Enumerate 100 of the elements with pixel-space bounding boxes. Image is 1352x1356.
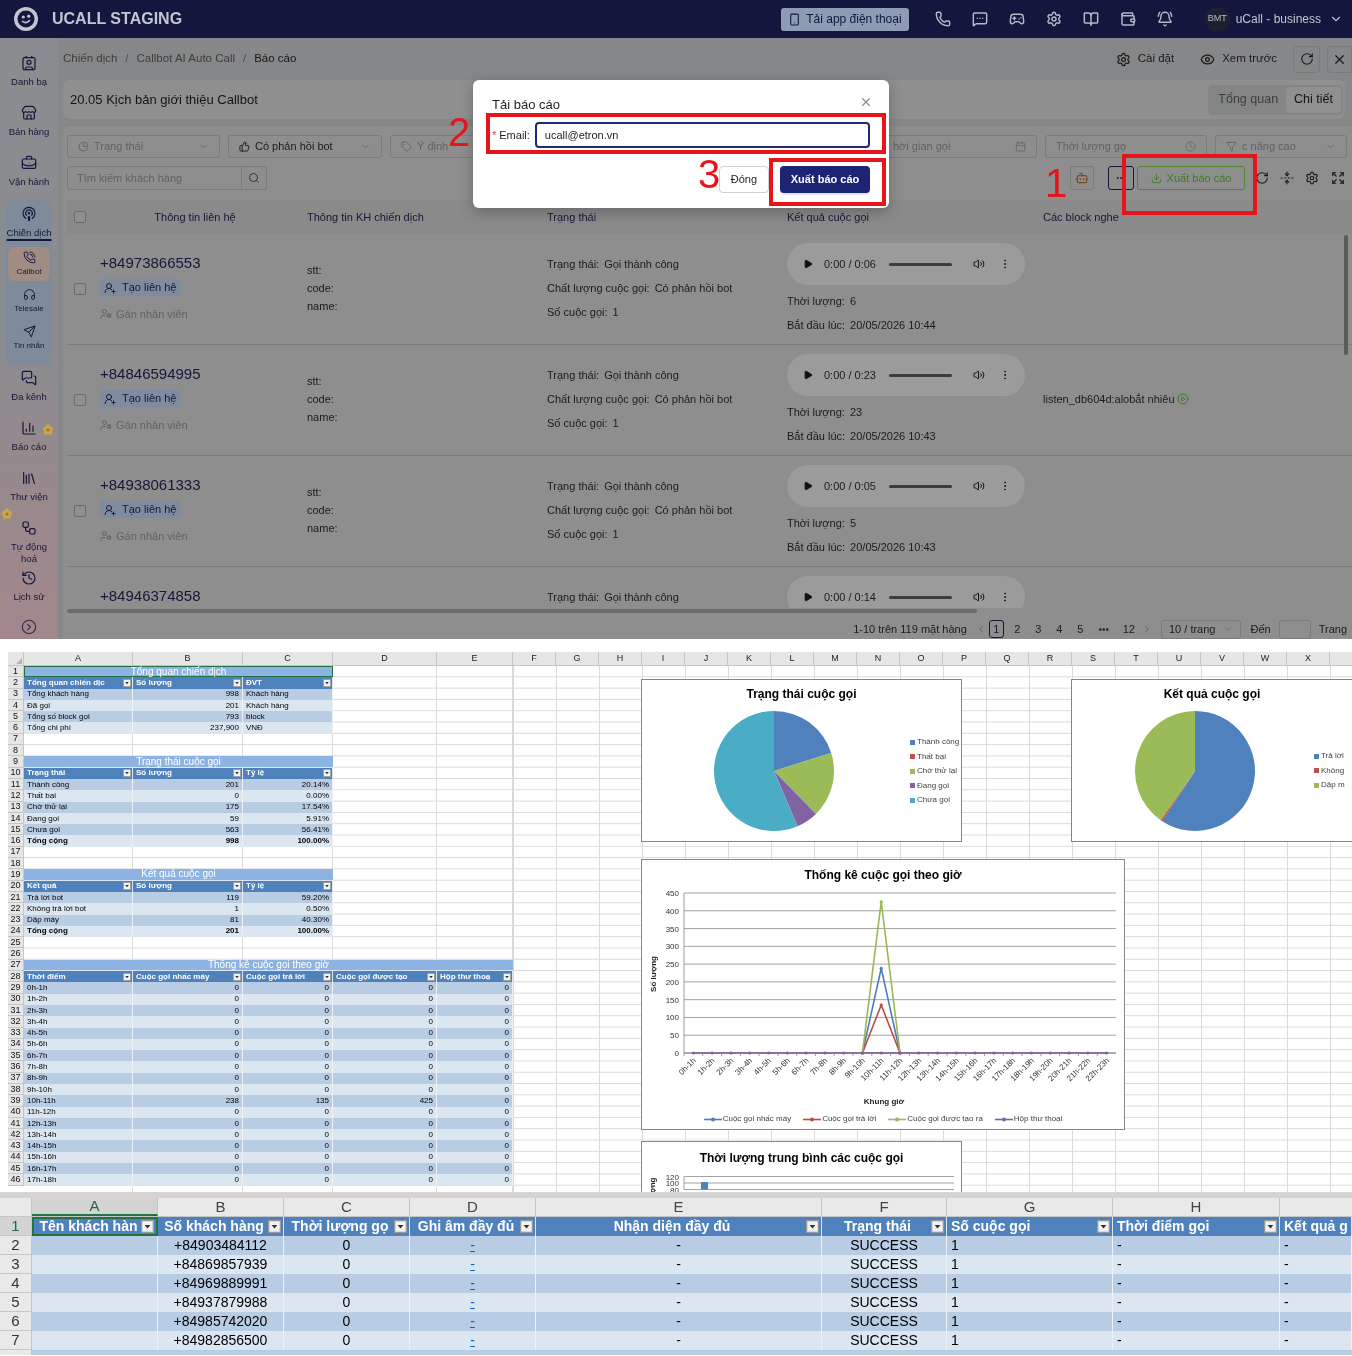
sidebar-item[interactable]: Báo cáo [3, 415, 55, 465]
page-button[interactable]: 3 [1030, 620, 1046, 638]
link[interactable]: - [470, 1254, 475, 1275]
more-pages-button[interactable]: ••• [1093, 620, 1114, 638]
page-button[interactable]: 4 [1051, 620, 1067, 638]
phone-icon[interactable] [934, 11, 951, 27]
play-icon[interactable] [803, 592, 813, 602]
filter-dropdown-button[interactable] [520, 1220, 533, 1233]
volume-icon[interactable] [973, 591, 985, 603]
column-letter[interactable]: E [536, 1198, 822, 1216]
chat-icon[interactable] [971, 11, 988, 27]
sidebar-item[interactable]: Đa kênh [3, 365, 55, 415]
sidebar-item[interactable]: Thư viện [3, 465, 55, 515]
settings-icon[interactable] [1305, 171, 1319, 185]
column-letter[interactable]: G [947, 1198, 1113, 1216]
sidebar-subitem[interactable]: Callbot [8, 247, 50, 281]
filter-dropdown-button[interactable] [141, 1220, 154, 1233]
filter-dropdown-button[interactable] [123, 972, 131, 981]
play-icon[interactable] [803, 370, 813, 380]
row-height-icon[interactable] [1280, 171, 1294, 185]
book-icon[interactable] [1082, 11, 1099, 27]
filter-dropdown-button[interactable] [394, 1220, 407, 1233]
view-tab[interactable]: Chi tiết [1286, 86, 1341, 113]
volume-icon[interactable] [973, 480, 985, 492]
fullscreen-icon[interactable] [1331, 171, 1345, 185]
more-button[interactable] [1108, 166, 1134, 190]
column-letter[interactable]: H [1113, 1198, 1280, 1216]
column-letter[interactable]: F [822, 1198, 947, 1216]
scrollbar-thumb[interactable] [67, 608, 977, 613]
gamepad-icon[interactable] [1008, 11, 1025, 27]
page-button[interactable]: 12 [1119, 620, 1138, 638]
notification-icon[interactable] [1156, 11, 1173, 27]
filter-dropdown-button[interactable] [123, 882, 131, 891]
row-number[interactable]: 3 [0, 1255, 32, 1274]
close-icon[interactable] [859, 95, 873, 109]
sidebar-item[interactable]: Tự động hoá [3, 515, 55, 565]
row-number[interactable]: 1 [0, 1217, 32, 1236]
create-contact-button[interactable]: Tạo liên hệ [100, 390, 181, 407]
sidebar-item[interactable]: Bán hàng [3, 100, 55, 150]
expand-icon[interactable] [21, 619, 37, 635]
sidebar-subitem[interactable]: Tin nhắn [8, 321, 50, 355]
account-name[interactable]: uCall - business [1235, 10, 1321, 28]
checkbox[interactable] [74, 394, 86, 406]
sidebar-item[interactable]: Danh bạ [3, 50, 55, 100]
page-button[interactable]: 5 [1072, 620, 1088, 638]
cancel-button[interactable]: Đóng [718, 166, 769, 193]
refresh-button[interactable] [1293, 45, 1320, 73]
filter-dropdown-button[interactable] [503, 972, 511, 981]
page-button[interactable]: 1 [988, 620, 1004, 638]
column-letter[interactable]: B [158, 1198, 284, 1216]
link[interactable]: - [470, 1273, 475, 1294]
export-report-button[interactable]: Xuất báo cáo [780, 166, 870, 193]
filter-dropdown-button[interactable] [323, 882, 331, 891]
filter-select[interactable]: Có phản hồi bot [228, 135, 382, 158]
volume-icon[interactable] [973, 258, 985, 270]
row-number[interactable]: 2 [0, 1236, 32, 1255]
audio-progress-track[interactable] [889, 373, 952, 377]
play-icon[interactable] [803, 481, 813, 491]
sidebar-item[interactable]: Lịch sử [3, 565, 55, 615]
download-app-button[interactable]: Tải app điện thoại [781, 7, 909, 31]
filter-dropdown-button[interactable] [323, 678, 331, 687]
wallet-icon[interactable] [1119, 11, 1136, 27]
page-action-button[interactable]: Xem trước [1200, 50, 1277, 68]
filter-dropdown-button[interactable] [233, 882, 241, 891]
refresh-icon[interactable] [1255, 171, 1269, 185]
column-letter[interactable]: A [32, 1198, 158, 1216]
row-number[interactable]: 7 [0, 1331, 32, 1350]
checkbox[interactable] [74, 211, 86, 223]
filter-dropdown-button[interactable] [233, 769, 241, 778]
filter-dropdown-button[interactable] [233, 678, 241, 687]
link[interactable]: - [470, 1235, 475, 1256]
filter-dropdown-button[interactable] [806, 1220, 819, 1233]
search-button[interactable] [242, 166, 267, 190]
audio-progress-track[interactable] [889, 595, 952, 599]
filter-dropdown-button[interactable] [123, 769, 131, 778]
audio-progress-track[interactable] [889, 262, 952, 266]
breadcrumb-link[interactable]: Chiến dịch [63, 50, 118, 68]
page-button[interactable]: 2 [1009, 620, 1025, 638]
close-button[interactable] [1327, 45, 1352, 73]
breadcrumb-link[interactable]: Callbot AI Auto Call [136, 50, 235, 68]
sidebar-item[interactable]: Chiến dịch [6, 206, 52, 239]
link[interactable]: - [470, 1311, 475, 1332]
page-number-field[interactable] [1278, 619, 1311, 639]
filter-dropdown-button[interactable] [1264, 1220, 1277, 1233]
row-number[interactable]: 4 [0, 1274, 32, 1293]
link[interactable]: - [470, 1330, 475, 1351]
audio-progress-track[interactable] [889, 484, 952, 488]
filter-dropdown-button[interactable] [931, 1220, 944, 1233]
column-letter[interactable]: D [410, 1198, 536, 1216]
page-action-button[interactable]: Cài đặt [1115, 50, 1175, 68]
scrollbar-thumb[interactable] [1344, 235, 1348, 355]
filter-dropdown-button[interactable] [233, 972, 241, 981]
settings-icon[interactable] [1045, 11, 1062, 27]
sidebar-item[interactable]: Vận hành [3, 150, 55, 200]
filter-dropdown-button[interactable] [323, 972, 331, 981]
create-contact-button[interactable]: Tạo liên hệ [100, 279, 181, 296]
filter-dropdown-button[interactable] [323, 769, 331, 778]
sidebar-subitem[interactable]: Telesale [8, 284, 50, 318]
row-number[interactable]: 6 [0, 1312, 32, 1331]
row-number[interactable]: 5 [0, 1293, 32, 1312]
